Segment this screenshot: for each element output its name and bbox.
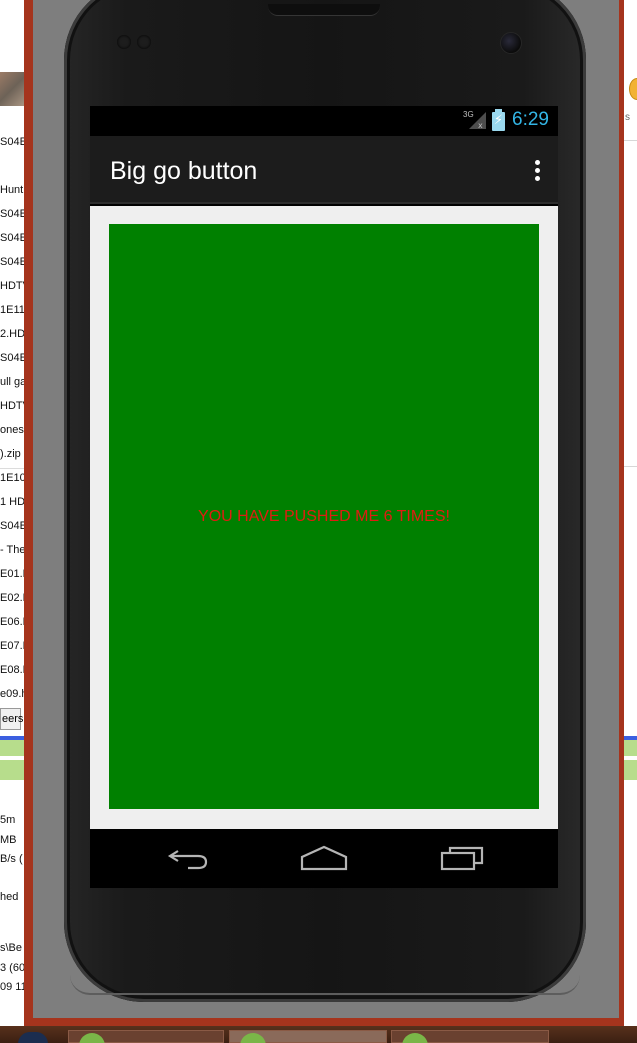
- back-icon[interactable]: [164, 843, 212, 873]
- divider: [624, 466, 637, 467]
- progress-bar: [0, 740, 24, 756]
- list-item: e09.h: [0, 688, 24, 700]
- list-item: S04E0: [0, 520, 24, 532]
- speaker-grille: [268, 4, 380, 16]
- home-icon[interactable]: [300, 843, 348, 873]
- app-title: Big go button: [110, 157, 258, 185]
- sensor-icon: [137, 35, 151, 49]
- list-item: S04E0: [0, 136, 24, 148]
- progress-bar: [624, 760, 637, 780]
- app-icon: [79, 1033, 105, 1043]
- info-text: hed: [0, 891, 19, 903]
- list-item: Hunt: [0, 184, 24, 196]
- list-item: - The: [0, 544, 24, 556]
- divider: [0, 468, 24, 469]
- list-item: S04E0: [0, 232, 24, 244]
- progress-bar: [0, 760, 24, 780]
- list-item: 1E10: [0, 472, 24, 484]
- phone-screen: 3G x ⚡ 6:29 Big go button YOU HAVE PUSHE…: [90, 106, 558, 888]
- list-item: 2.HD: [0, 328, 24, 340]
- signal-icon: x: [469, 112, 486, 130]
- charging-icon: ⚡: [493, 113, 504, 128]
- overflow-menu-icon[interactable]: [530, 158, 544, 184]
- list-item: S04E0: [0, 352, 24, 364]
- camera-icon: [500, 32, 522, 54]
- list-item: ull ga: [0, 376, 24, 388]
- list-item: 1E11: [0, 304, 24, 316]
- push-count-label: YOU HAVE PUSHED ME 6 TIMES!: [198, 508, 450, 525]
- divider: [624, 140, 637, 141]
- action-bar: Big go button: [90, 136, 558, 204]
- app-icon: [629, 78, 637, 100]
- list-item: E02.H: [0, 592, 24, 604]
- recents-icon[interactable]: [438, 843, 486, 873]
- taskbar-item-active[interactable]: [229, 1030, 387, 1043]
- background-window-right: s: [624, 0, 637, 1030]
- list-item: ).zip: [0, 448, 21, 460]
- status-clock: 6:29: [512, 109, 549, 130]
- status-bar: 3G x ⚡ 6:29: [90, 106, 558, 136]
- list-item: E01.H: [0, 568, 24, 580]
- taskbar: [0, 1026, 637, 1043]
- background-window-left: S04E0 Hunt S04E0 S04E0 S04E0 HDTV 1E11 2…: [0, 0, 24, 1030]
- info-text: s: [625, 112, 630, 123]
- list-item: S04E0: [0, 208, 24, 220]
- list-item: E06.H: [0, 616, 24, 628]
- info-text: s\Be: [0, 942, 23, 954]
- info-text: 09 11: [0, 981, 24, 993]
- info-text: MB: [0, 834, 17, 846]
- start-button[interactable]: [18, 1032, 48, 1043]
- list-item: 1 HD: [0, 496, 24, 508]
- taskbar-item[interactable]: [391, 1030, 549, 1043]
- tab-peers[interactable]: eers: [0, 708, 23, 730]
- thumbnail-image: [0, 72, 24, 106]
- content-area: YOU HAVE PUSHED ME 6 TIMES!: [90, 206, 558, 829]
- info-text: 5m: [0, 814, 16, 826]
- list-item: HDTV: [0, 280, 24, 292]
- progress-bar: [624, 740, 637, 756]
- taskbar-item[interactable]: [68, 1030, 224, 1043]
- list-item: ones: [0, 424, 24, 436]
- info-text: 3 (60: [0, 962, 24, 974]
- sensor-icon: [117, 35, 131, 49]
- list-item: HDTV: [0, 400, 24, 412]
- app-icon: [402, 1033, 428, 1043]
- list-item: E08.H: [0, 664, 24, 676]
- info-text: B/s (: [0, 853, 23, 865]
- battery-icon: ⚡: [492, 109, 505, 131]
- svg-text:x: x: [478, 121, 483, 130]
- phone-edge: [70, 975, 580, 995]
- big-go-button[interactable]: YOU HAVE PUSHED ME 6 TIMES!: [109, 224, 539, 809]
- list-item: S04E0: [0, 256, 24, 268]
- android-icon: [240, 1033, 266, 1043]
- list-item: E07.H: [0, 640, 24, 652]
- navigation-bar: [90, 829, 558, 888]
